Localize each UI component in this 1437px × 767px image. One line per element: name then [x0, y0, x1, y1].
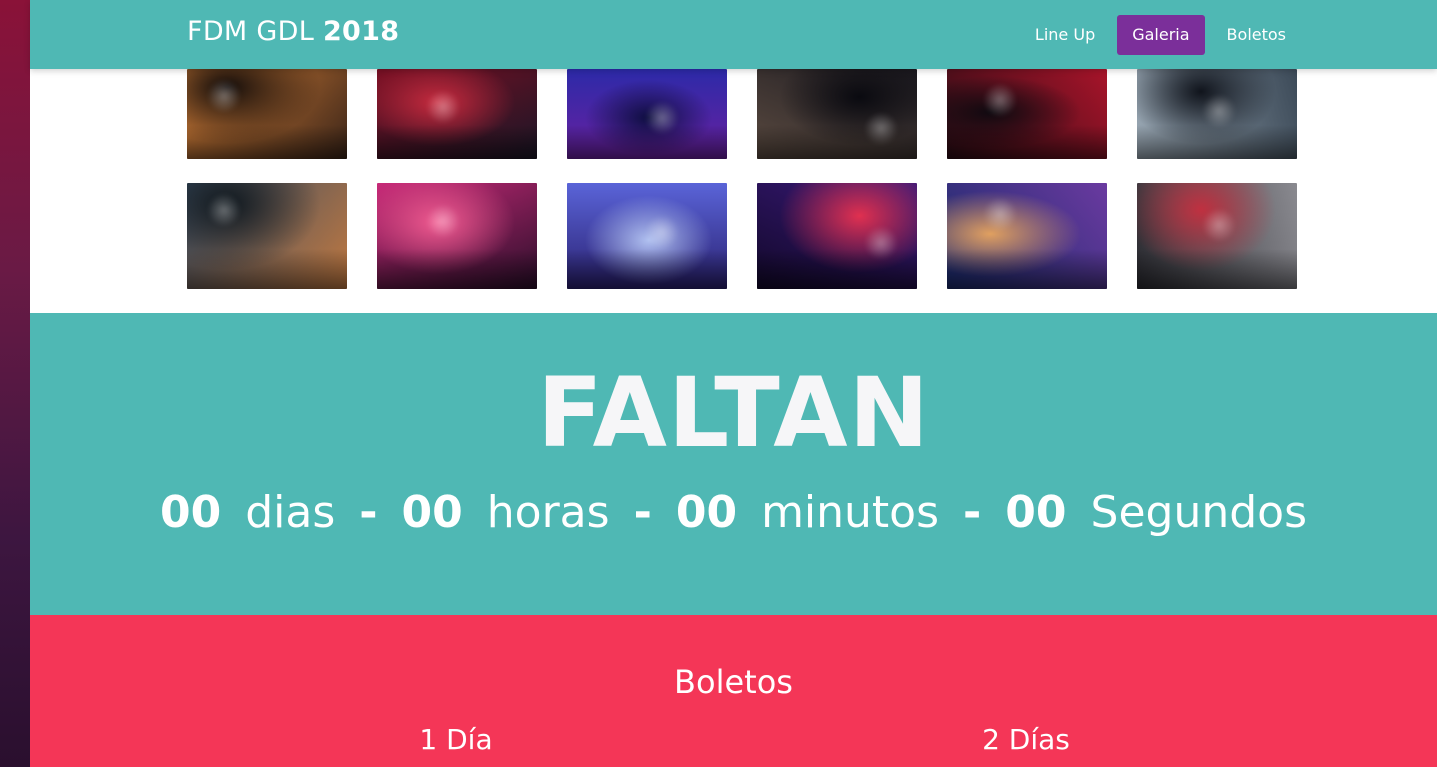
- minutes-value: 00: [675, 487, 738, 538]
- photo-silhouette: [567, 124, 727, 159]
- navbar: FDM GDL 2018 Line Up Galeria Boletos: [30, 0, 1437, 69]
- days-value: 00: [159, 487, 222, 538]
- photo-highlight: [207, 79, 241, 113]
- guitar-players-photo[interactable]: [187, 183, 347, 289]
- seconds-label: Segundos: [1090, 487, 1308, 538]
- photo-silhouette: [187, 248, 347, 289]
- photo-highlight: [983, 83, 1017, 117]
- left-edge-strip: [0, 0, 30, 767]
- photo-silhouette: [947, 248, 1107, 289]
- photo-silhouette: [377, 124, 537, 159]
- nav-links: Line Up Galeria Boletos: [1029, 15, 1292, 55]
- ticket-option-2-days: 2 Días: [982, 723, 1070, 756]
- singer-stage-photo[interactable]: [377, 69, 537, 159]
- photo-silhouette: [1137, 248, 1297, 289]
- dj-headphones-photo[interactable]: [1137, 69, 1297, 159]
- tickets-title: Boletos: [674, 663, 793, 701]
- countdown-heading: FALTAN: [537, 357, 930, 469]
- photo-silhouette: [757, 124, 917, 159]
- page: FDM GDL 2018 Line Up Galeria Boletos FAL…: [30, 0, 1437, 767]
- minutes-label: minutos: [761, 487, 940, 538]
- nav-link-boletos[interactable]: Boletos: [1221, 15, 1292, 55]
- photo-highlight: [1202, 208, 1236, 242]
- smoke-performer-photo[interactable]: [1137, 183, 1297, 289]
- dj-turntable-photo[interactable]: [757, 69, 917, 159]
- seconds-value: 00: [1005, 487, 1067, 538]
- dj-mixer-blue-photo[interactable]: [567, 183, 727, 289]
- band-performance-photo[interactable]: [947, 183, 1107, 289]
- hours-value: 00: [401, 487, 463, 538]
- dj-controller-purple-photo[interactable]: [757, 183, 917, 289]
- photo-highlight: [426, 204, 460, 238]
- photo-silhouette: [187, 124, 347, 159]
- nav-link-galeria[interactable]: Galeria: [1117, 15, 1205, 55]
- photo-silhouette: [947, 124, 1107, 159]
- days-label: dias: [245, 487, 336, 538]
- photo-highlight: [426, 90, 460, 124]
- concert-crowd-photo[interactable]: [187, 69, 347, 159]
- timer-separator: -: [963, 487, 982, 538]
- gallery-row: [187, 183, 1297, 289]
- photo-highlight: [207, 193, 241, 227]
- brand-year: 2018: [322, 16, 400, 47]
- hours-label: horas: [486, 487, 610, 538]
- ticket-option-1-day: 1 Día: [419, 723, 493, 756]
- photo-silhouette: [1137, 124, 1297, 159]
- brand-logo[interactable]: FDM GDL 2018: [187, 16, 399, 47]
- photo-silhouette: [757, 248, 917, 289]
- photo-silhouette: [377, 248, 537, 289]
- timer-separator: -: [359, 487, 378, 538]
- countdown-timer: 00 dias - 00 horas - 00 minutos - 00 Seg…: [30, 491, 1437, 535]
- festival-lights-photo[interactable]: [567, 69, 727, 159]
- brand-name: FDM GDL: [187, 16, 315, 47]
- guitarist-red-photo[interactable]: [947, 69, 1107, 159]
- tickets-section: Boletos 1 Día 2 Días: [30, 615, 1437, 767]
- photo-highlight: [1202, 94, 1236, 128]
- photo-silhouette: [567, 248, 727, 289]
- photo-highlight: [983, 197, 1017, 231]
- dj-laptop-photo[interactable]: [377, 183, 537, 289]
- photo-highlight: [645, 215, 679, 249]
- gallery: [187, 69, 1297, 289]
- countdown-section: FALTAN 00 dias - 00 horas - 00 minutos -…: [30, 313, 1437, 615]
- timer-separator: -: [633, 487, 652, 538]
- nav-link-lineup[interactable]: Line Up: [1029, 15, 1101, 55]
- gallery-row: [187, 69, 1297, 159]
